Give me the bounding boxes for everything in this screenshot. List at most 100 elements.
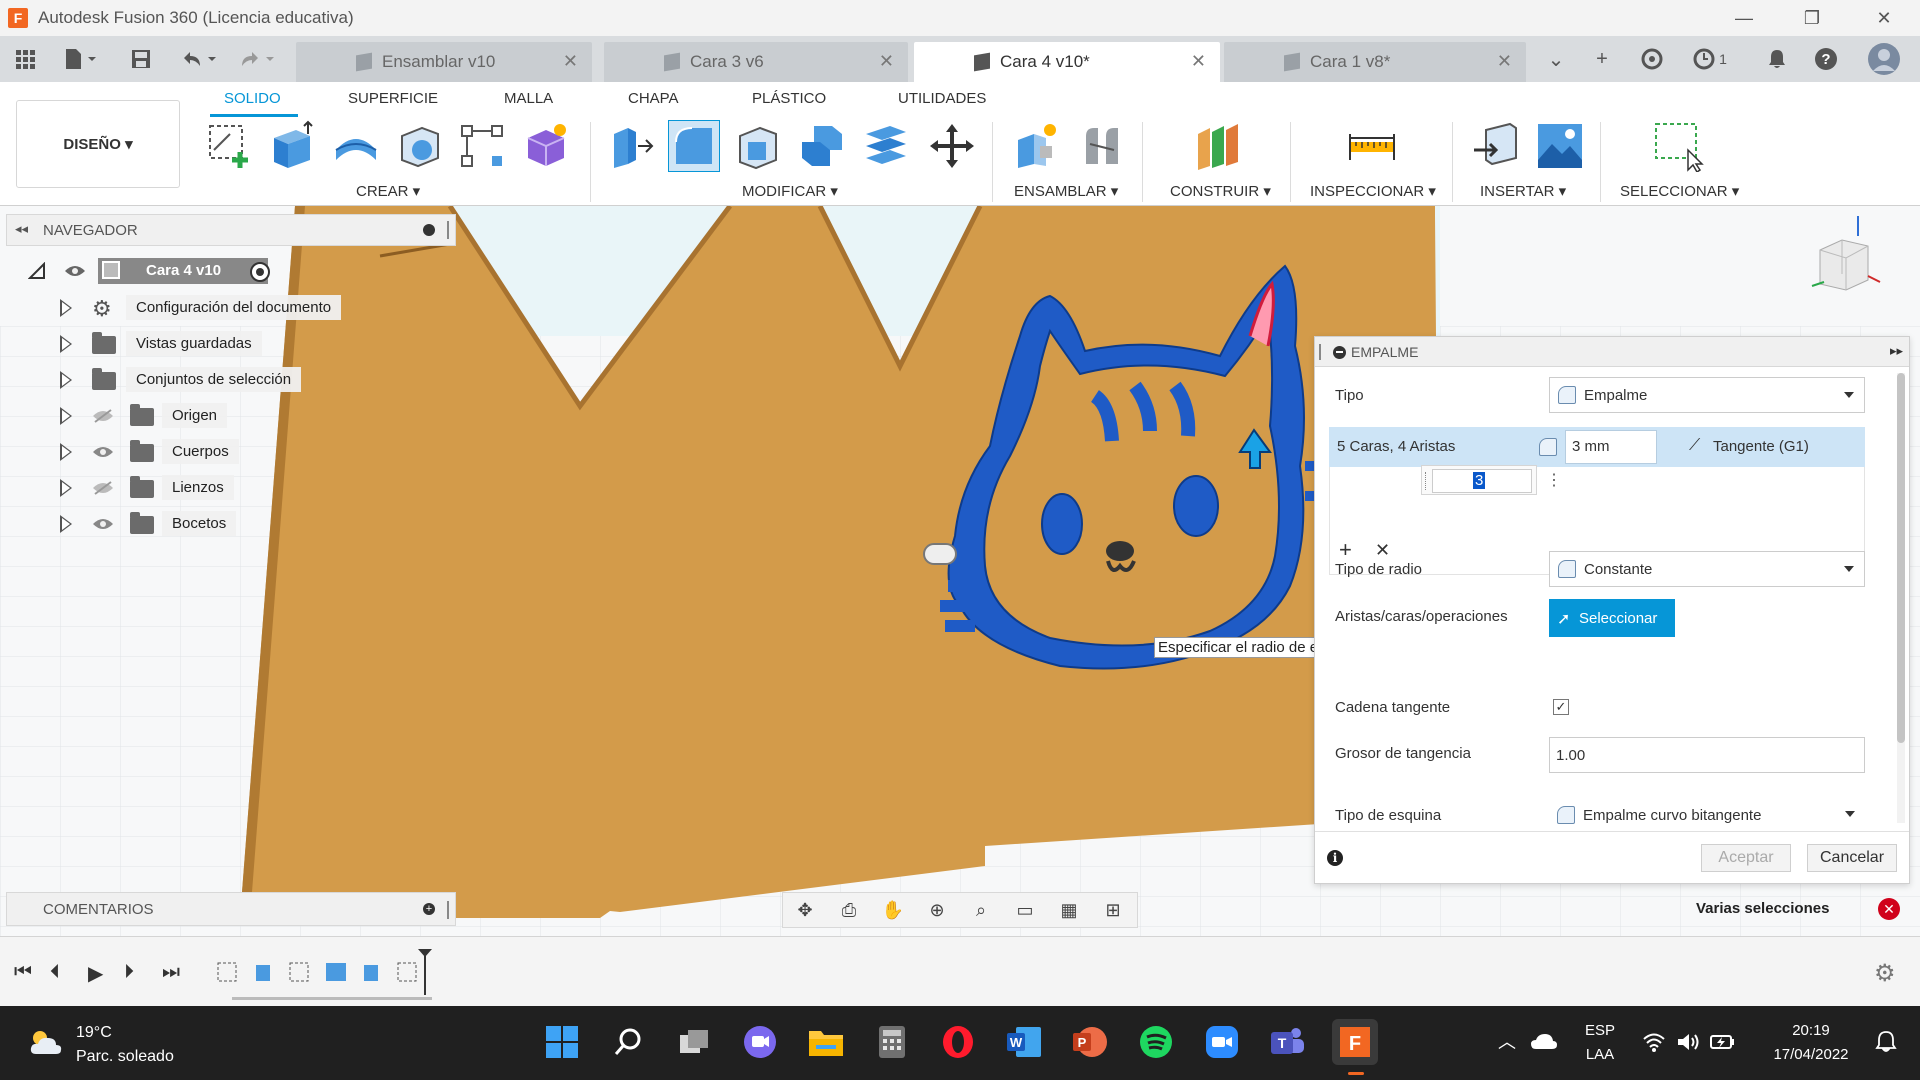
grosor-input[interactable]: 1.00 — [1549, 737, 1865, 773]
new-tab-plus-icon[interactable]: + — [1584, 44, 1620, 74]
expand-triangle-icon[interactable] — [60, 443, 72, 461]
expand-triangle-icon[interactable] — [60, 299, 72, 317]
opera-browser-icon[interactable] — [938, 1022, 978, 1062]
navigator-item-bocetos[interactable]: Bocetos — [60, 509, 380, 539]
user-avatar[interactable] — [1866, 43, 1902, 75]
minimize-panel-icon[interactable] — [423, 224, 435, 236]
pattern-icon[interactable] — [456, 120, 508, 172]
battery-charging-icon[interactable] — [1710, 1032, 1736, 1052]
tab-utilidades[interactable]: UTILIDADES — [898, 90, 986, 107]
fit-icon[interactable]: ⌕ — [959, 900, 1003, 921]
activate-radio-icon[interactable] — [250, 262, 270, 282]
seleccionar-button[interactable]: ➚ Seleccionar — [1549, 599, 1675, 637]
close-tab-icon[interactable]: ✕ — [1497, 51, 1512, 72]
panel-drag-handle[interactable] — [447, 901, 449, 919]
close-tab-icon[interactable]: ✕ — [563, 51, 578, 72]
extensions-icon[interactable] — [1634, 44, 1670, 74]
apps-grid-icon[interactable] — [10, 46, 40, 72]
navigator-item-lienzos[interactable]: Lienzos — [60, 473, 380, 503]
onedrive-cloud-icon[interactable] — [1530, 1032, 1558, 1050]
tipo-radio-select[interactable]: Constante — [1549, 551, 1865, 587]
new-component-icon[interactable] — [1010, 120, 1062, 172]
expand-triangle-icon[interactable] — [60, 371, 72, 389]
remove-set-button[interactable]: ✕ — [1375, 540, 1390, 561]
dialog-header[interactable]: EMPALME ▸▸ — [1315, 337, 1909, 367]
tab-malla[interactable]: MALLA — [504, 90, 553, 107]
fillet-icon[interactable] — [668, 120, 720, 172]
tab-solido[interactable]: SOLIDO — [224, 90, 281, 107]
redo-icon[interactable] — [234, 46, 282, 72]
grid-settings-icon[interactable]: ▦ — [1047, 900, 1091, 921]
restore-button[interactable]: ❐ — [1780, 0, 1844, 36]
tab-ensamblar[interactable]: Ensamblar v10 ✕ — [296, 42, 592, 82]
create-form-icon[interactable] — [520, 120, 572, 172]
word-icon[interactable]: W — [1004, 1022, 1044, 1062]
timeline-sketch-icon[interactable] — [396, 959, 420, 983]
notifications-bell-icon[interactable] — [1762, 44, 1792, 74]
tab-cara-1[interactable]: Cara 1 v8* ✕ — [1224, 42, 1526, 82]
browser-navigator-header[interactable]: ◂◂ NAVEGADOR — [6, 214, 456, 246]
tab-overflow-chevron-icon[interactable]: ⌄ — [1538, 44, 1574, 74]
visibility-eye-icon[interactable] — [92, 517, 114, 531]
save-icon[interactable] — [126, 46, 156, 72]
close-tab-icon[interactable]: ✕ — [1191, 51, 1206, 72]
navigator-item-vistas[interactable]: Vistas guardadas — [60, 329, 380, 359]
aceptar-button[interactable]: Aceptar — [1701, 844, 1791, 872]
extrude-icon[interactable] — [266, 120, 318, 172]
visibility-eye-icon[interactable] — [64, 264, 86, 278]
fillet-selection-row[interactable]: 5 Caras, 4 Aristas 3 mm ⟋ Tangente (G1) — [1329, 427, 1865, 467]
zoom-icon[interactable]: ⊕ — [915, 900, 959, 921]
weather-description[interactable]: Parc. soleado — [76, 1048, 174, 1066]
clock-time[interactable]: 20:19 — [1756, 1022, 1866, 1039]
radius-mini-value[interactable]: 3 — [1473, 472, 1486, 489]
window-select-icon[interactable] — [1652, 120, 1704, 172]
notification-center-icon[interactable] — [1874, 1030, 1898, 1054]
display-settings-icon[interactable]: ▭ — [1003, 900, 1047, 921]
close-tab-icon[interactable]: ✕ — [879, 51, 894, 72]
hidden-eye-icon[interactable] — [92, 481, 114, 495]
timeline-sketch-icon[interactable] — [288, 959, 312, 983]
hidden-eye-icon[interactable] — [92, 409, 114, 423]
volume-speaker-icon[interactable] — [1676, 1032, 1700, 1052]
insert-canvas-icon[interactable] — [1534, 120, 1586, 172]
joint-icon[interactable] — [1076, 120, 1128, 172]
group-modificar[interactable]: MODIFICAR ▾ — [742, 182, 838, 200]
task-view-icon[interactable] — [674, 1022, 714, 1062]
timeline-extrude-icon[interactable] — [360, 959, 384, 983]
powerpoint-icon[interactable]: P — [1070, 1022, 1110, 1062]
dialog-scrollbar[interactable] — [1897, 373, 1905, 823]
continuity-value[interactable]: Tangente (G1) — [1713, 438, 1809, 455]
viewports-icon[interactable]: ⊞ — [1091, 900, 1135, 921]
timeline-canvas-icon[interactable] — [324, 959, 348, 983]
step-back-icon[interactable]: ⏴ — [50, 961, 60, 984]
clear-selection-icon[interactable]: ✕ — [1878, 898, 1900, 920]
measure-icon[interactable] — [1346, 120, 1398, 172]
group-insertar[interactable]: INSERTAR ▾ — [1480, 182, 1566, 200]
cancelar-button[interactable]: Cancelar — [1807, 844, 1897, 872]
collapse-dialog-icon[interactable] — [1333, 346, 1346, 359]
timeline-extrude-icon[interactable] — [252, 959, 276, 983]
orbit-icon[interactable]: ✥ — [783, 900, 827, 921]
tab-plastico[interactable]: PLÁSTICO — [752, 90, 826, 107]
create-sketch-icon[interactable] — [204, 120, 256, 172]
tab-superficie[interactable]: SUPERFICIE — [348, 90, 438, 107]
combine-icon[interactable] — [796, 120, 848, 172]
expand-dialog-icon[interactable]: ▸▸ — [1890, 343, 1903, 359]
shell-icon[interactable] — [394, 120, 446, 172]
expand-triangle-icon[interactable] — [60, 407, 72, 425]
undo-icon[interactable] — [176, 46, 224, 72]
step-forward-icon[interactable]: ⏵ — [124, 961, 134, 984]
weather-temperature[interactable]: 19°C — [76, 1024, 112, 1042]
group-ensamblar[interactable]: ENSAMBLAR ▾ — [1014, 182, 1118, 200]
cadena-checkbox[interactable]: ✓ — [1553, 699, 1569, 715]
radius-mini-input[interactable]: 3 ⋮ — [1421, 465, 1562, 495]
esquina-select[interactable]: Empalme curvo bitangente — [1549, 797, 1865, 833]
play-icon[interactable]: ▶ — [88, 961, 103, 986]
navigator-root[interactable]: Cara 4 v10 — [28, 256, 288, 286]
visibility-eye-icon[interactable] — [92, 445, 114, 459]
expanded-triangle-icon[interactable] — [28, 262, 46, 280]
file-menu-icon[interactable] — [58, 46, 104, 72]
offset-face-icon[interactable] — [860, 120, 912, 172]
workspace-selector[interactable]: DISEÑO ▾ — [16, 100, 180, 188]
weather-cloud-sun-icon[interactable] — [28, 1028, 64, 1056]
